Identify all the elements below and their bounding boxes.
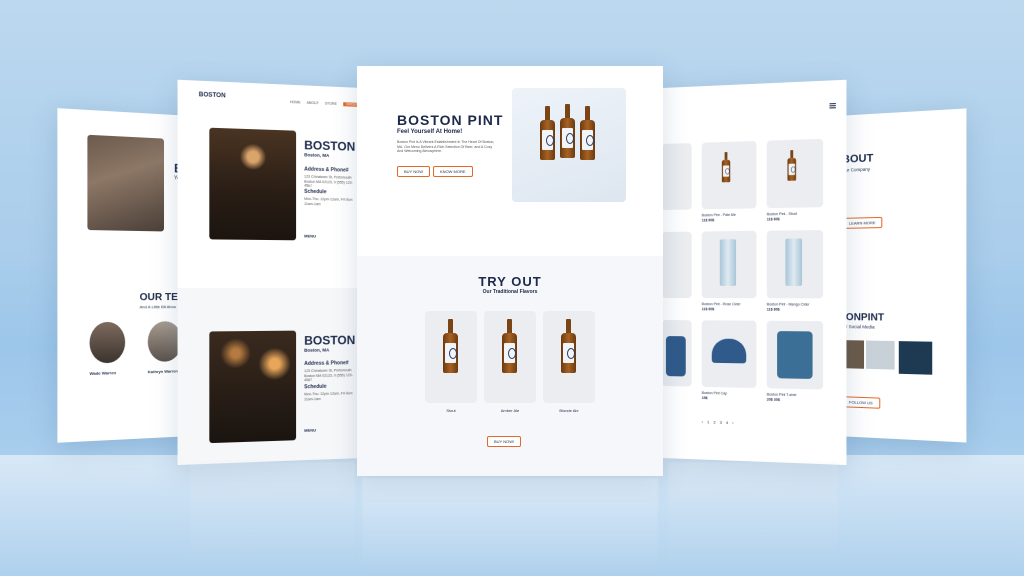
floor-reflection (190, 462, 355, 572)
tryout-subtitle: Our Traditional Flavors (357, 289, 663, 295)
product-price: 15$ (702, 396, 708, 400)
product-label: Amber Ale (484, 408, 536, 413)
nav-store[interactable]: STORE (325, 101, 337, 106)
pagination: ‹ 1 2 3 4 › (702, 419, 734, 425)
social-thumb (866, 341, 895, 370)
product-card[interactable] (702, 320, 757, 388)
social-title: TONPINT (840, 312, 884, 324)
product-name: Boston Pint - Mango Cider (767, 302, 810, 306)
product-card[interactable] (767, 321, 823, 390)
store-page: Boston Pint - Pale Ale 11$ 80$ Boston Pi… (662, 80, 846, 465)
page-number[interactable]: 3 (720, 420, 722, 425)
nav-home[interactable]: HOME (290, 100, 301, 104)
location-city: Boston, MA (304, 152, 329, 158)
floor-reflection (668, 462, 838, 572)
home-page: BOSTON PINT Feel Yourself At Home! Bosto… (357, 66, 663, 476)
product-price: 11$ 80$ (767, 217, 780, 221)
bottle-image (580, 106, 595, 160)
location-title-2: BOSTON P (304, 333, 362, 348)
cap-image (712, 339, 746, 364)
about-title-right: BOUT (842, 152, 873, 165)
tryout-buy-button[interactable]: BUY NOW! (487, 436, 521, 447)
address-heading: Address & Phone# (304, 166, 348, 173)
nav-about[interactable]: ABOUT (307, 101, 319, 106)
follow-us-button[interactable]: FOLLOW US (842, 396, 880, 409)
product-name: Boston Pint - Pale Ale (702, 213, 736, 218)
product-card[interactable] (662, 320, 692, 387)
social-thumb (899, 341, 932, 375)
product-card-stout[interactable] (425, 311, 477, 403)
product-card[interactable] (767, 139, 823, 208)
product-card[interactable] (662, 143, 692, 210)
bottle-image (560, 104, 575, 158)
buy-now-button[interactable]: BUY NOW (397, 166, 430, 177)
location-city-2: Boston, MA (304, 347, 329, 352)
can-image (720, 239, 736, 286)
hero-tagline: Feel Yourself At Home! (397, 129, 462, 135)
schedule-lines-2: Mon-Thu: 12pm-12am, Fri-Sun: 11am-1am (304, 391, 354, 401)
hero-body: Boston Pint Is A Vibrant Establishment I… (397, 140, 497, 154)
member-name: Wade Warren (90, 370, 117, 376)
product-card[interactable] (767, 230, 823, 298)
know-more-button[interactable]: KNOW MORE (433, 166, 473, 177)
product-card[interactable] (702, 141, 757, 209)
page-number[interactable]: 4 (726, 420, 728, 425)
product-card[interactable] (662, 232, 692, 298)
product-label: Blonde Ale (543, 408, 595, 413)
tshirt-image (777, 331, 812, 379)
product-name: Boston Pint - Rose Cider (702, 302, 741, 306)
floor-reflection (362, 478, 658, 576)
top-nav: HOME ABOUT STORE ORDER (290, 100, 361, 107)
logo: BOSTON (199, 93, 226, 100)
hoodie-image (666, 336, 686, 376)
page-number[interactable]: 1 (707, 419, 709, 424)
product-label: Stout (425, 408, 477, 413)
about-team-page: BO You OUR TEA And A Little Bit Abou Wad… (57, 108, 192, 443)
next-page-icon[interactable]: › (732, 420, 733, 425)
tryout-title: TRY OUT (357, 274, 663, 289)
schedule-heading: Schedule (304, 189, 326, 196)
menu-link[interactable]: MENU (304, 233, 316, 238)
schedule-heading-2: Schedule (304, 384, 326, 391)
product-card[interactable] (702, 231, 757, 298)
can-image (785, 238, 802, 285)
product-name: Boston Pint T-shirt (767, 392, 797, 397)
menu-link-2[interactable]: MENU (304, 427, 316, 432)
product-name: Boston Pint - Stout (767, 212, 797, 217)
product-price: 11$ 80$ (767, 307, 780, 311)
product-price: 20$ 30$ (767, 398, 780, 402)
address-lines-2: 123 Chinatown St, Portsmouth Boston MA 0… (304, 368, 354, 383)
menu-icon[interactable] (829, 103, 835, 108)
product-card-amber[interactable] (484, 311, 536, 403)
product-name: Boston Pint Cap (702, 391, 727, 396)
team-subtitle: And A Little Bit Abou (140, 304, 177, 309)
product-price: 11$ 80$ (702, 307, 715, 311)
address-heading-2: Address & Phone# (304, 360, 348, 367)
address-lines: 123 Chinatown St, Portsmouth Boston MA 0… (304, 175, 354, 190)
hero-image (512, 88, 626, 202)
about-social-page: BOUT Our Company LEARN MORE TONPINT Our … (836, 108, 966, 442)
location-photo (209, 128, 296, 241)
member-name: Kathryn Warren (148, 368, 178, 374)
hero-title: BOSTON PINT (397, 112, 503, 128)
location-photo-2 (209, 331, 296, 444)
prev-page-icon[interactable]: ‹ (702, 419, 703, 424)
page-number[interactable]: 2 (713, 419, 715, 424)
mockup-stage: BO You OUR TEA And A Little Bit Abou Wad… (0, 0, 1024, 576)
product-price: 11$ 80$ (702, 218, 715, 222)
bottle-image (540, 106, 555, 160)
learn-more-button[interactable]: LEARN MORE (842, 217, 883, 229)
team-photo (87, 135, 164, 232)
product-card-blonde[interactable] (543, 311, 595, 403)
locations-page: BOSTON HOME ABOUT STORE ORDER BOSTON P B… (178, 80, 362, 465)
schedule-lines: Mon-Thu: 12pm-12am, Fri-Sun: 11am-1am (304, 197, 354, 207)
member-avatar (90, 322, 126, 364)
